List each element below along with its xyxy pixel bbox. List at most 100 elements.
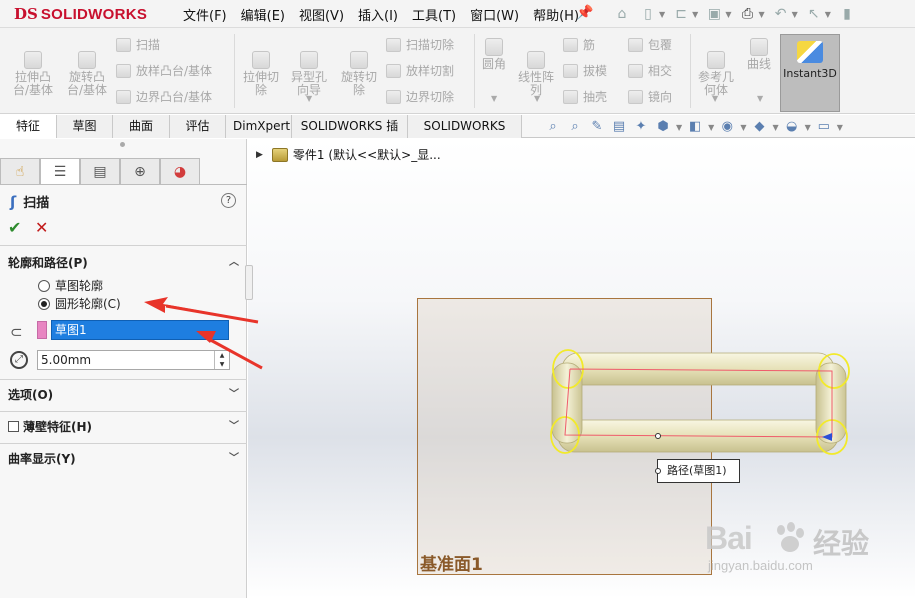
instant3d-button[interactable]: Instant3D — [780, 34, 840, 112]
help-icon[interactable]: ? — [221, 193, 236, 208]
revolve-boss-button[interactable]: 旋转凸 台/基体 — [62, 38, 112, 97]
print-dropdown-icon[interactable]: ▼ — [758, 10, 764, 19]
boundary-cut-button[interactable]: 边界切除 — [386, 88, 454, 106]
section-profile-and-path[interactable]: 轮廓和路径(P) ︿ — [0, 253, 247, 273]
section-view-icon[interactable]: ▤ — [610, 118, 628, 136]
appearance-dropdown-icon[interactable]: ▼ — [772, 123, 778, 132]
feature-tree-flyout[interactable]: ▶ 零件1 (默认<<默认>_显... — [256, 146, 441, 163]
intersect-button[interactable]: 相交 — [628, 62, 672, 80]
path-selection-box[interactable]: 草图1 — [51, 320, 229, 340]
new-document-icon[interactable]: ▯ — [638, 5, 658, 23]
curves-button[interactable]: 曲线 — [742, 38, 776, 71]
shell-button[interactable]: 抽壳 — [563, 88, 607, 106]
chevron-down-icon[interactable]: ﹀ — [229, 417, 239, 437]
dimxpertmanager-tab[interactable]: ⊕ — [120, 158, 160, 184]
sweep-preview-tube[interactable] — [540, 345, 860, 460]
pattern-dropdown-icon[interactable]: ▼ — [534, 94, 540, 103]
undo-dropdown-icon[interactable]: ▼ — [792, 10, 798, 19]
pin-menu-icon[interactable]: 📌 — [576, 5, 593, 21]
diameter-input[interactable]: 5.00mm ▲ ▼ — [37, 350, 230, 370]
menu-file[interactable]: 文件(F) — [176, 5, 234, 24]
panel-grip-dot[interactable] — [120, 142, 125, 147]
dynamic-annotation-icon[interactable]: ✦ — [632, 118, 650, 136]
menu-edit[interactable]: 编辑(E) — [234, 5, 292, 24]
open-folder-icon[interactable]: ⊏ — [671, 5, 691, 23]
tab-dimxpert[interactable]: DimXpert — [226, 115, 292, 138]
tab-mbd[interactable]: SOLIDWORKS MBD — [408, 115, 522, 155]
tab-sketch[interactable]: 草图 — [57, 115, 113, 138]
reference-geometry-dropdown-icon[interactable]: ▼ — [712, 94, 718, 103]
chevron-up-icon[interactable]: ︿ — [229, 253, 239, 273]
new-dropdown-icon[interactable]: ▼ — [659, 10, 665, 19]
sweep-button[interactable]: 扫描 — [116, 36, 160, 54]
tab-evaluate[interactable]: 评估 — [170, 115, 226, 138]
wrap-button[interactable]: 包覆 — [628, 36, 672, 54]
radio-button[interactable] — [38, 279, 50, 292]
view-orientation-dropdown-icon[interactable]: ▼ — [676, 123, 682, 132]
print-icon[interactable]: ⎙ — [737, 5, 757, 23]
fillet-button[interactable]: 圆角 — [478, 38, 510, 71]
radio-button-selected[interactable] — [38, 297, 50, 310]
hide-show-dropdown-icon[interactable]: ▼ — [740, 123, 746, 132]
hole-wizard-dropdown-icon[interactable]: ▼ — [306, 94, 312, 103]
section-thin-feature[interactable]: 薄壁特征(H) ﹀ — [0, 417, 247, 437]
save-icon[interactable]: ▣ — [704, 5, 724, 23]
draft-button[interactable]: 拔模 — [563, 62, 607, 80]
rib-button[interactable]: 筋 — [563, 36, 595, 54]
extrude-boss-button[interactable]: 拉伸凸 台/基体 — [8, 38, 58, 97]
zoom-to-area-icon[interactable]: ⌕ — [566, 118, 584, 136]
chevron-down-icon[interactable]: ﹀ — [229, 385, 239, 405]
tab-surfaces[interactable]: 曲面 — [113, 115, 170, 138]
mirror-button[interactable]: 镜向 — [628, 88, 672, 106]
propertymanager-tab[interactable]: ☰ — [40, 158, 80, 184]
display-style-dropdown-icon[interactable]: ▼ — [708, 123, 714, 132]
hide-show-items-icon[interactable]: ◉ — [718, 118, 736, 136]
radio-circular-profile[interactable]: 圆形轮廓(C) — [38, 295, 121, 312]
open-dropdown-icon[interactable]: ▼ — [692, 10, 698, 19]
displaymanager-tab[interactable]: ◕ — [160, 158, 200, 184]
menu-window[interactable]: 窗口(W) — [463, 5, 526, 24]
featuremanager-tab[interactable]: ☝ — [0, 158, 40, 184]
configurationmanager-tab[interactable]: ▤ — [80, 158, 120, 184]
view-orientation-icon[interactable]: ⬢ — [654, 118, 672, 136]
previous-view-icon[interactable]: ✎ — [588, 118, 606, 136]
home-icon[interactable]: ⌂ — [612, 5, 632, 23]
section-curvature-display[interactable]: 曲率显示(Y) ﹀ — [0, 449, 247, 469]
tab-features[interactable]: 特征 — [0, 115, 57, 138]
apply-scene-icon[interactable]: ◒ — [783, 118, 801, 136]
path-callout-label[interactable]: 路径(草图1) — [655, 459, 740, 483]
radio-sketch-profile[interactable]: 草图轮廓 — [38, 277, 103, 294]
select-arrow-icon[interactable]: ↖ — [804, 5, 824, 23]
thin-feature-checkbox[interactable] — [8, 421, 19, 432]
loft-cut-button[interactable]: 放样切割 — [386, 62, 454, 80]
view-settings-dropdown-icon[interactable]: ▼ — [837, 123, 843, 132]
menu-insert[interactable]: 插入(I) — [351, 5, 405, 24]
scene-dropdown-icon[interactable]: ▼ — [805, 123, 811, 132]
save-dropdown-icon[interactable]: ▼ — [725, 10, 731, 19]
hole-wizard-button[interactable]: 异型孔 向导 — [286, 38, 332, 97]
tab-addins[interactable]: SOLIDWORKS 插件 — [292, 115, 408, 155]
reference-geometry-button[interactable]: 参考几 何体 — [694, 38, 738, 97]
diameter-spinner[interactable]: ▲ ▼ — [214, 351, 229, 369]
view-settings-monitor-icon[interactable]: ▭ — [815, 118, 833, 136]
edit-appearance-icon[interactable]: ◆ — [750, 118, 768, 136]
linear-pattern-button[interactable]: 线性阵 列 — [514, 38, 558, 97]
panel-collapse-handle[interactable] — [245, 265, 253, 300]
ok-check-icon[interactable]: ✔ — [8, 218, 21, 237]
menu-tools[interactable]: 工具(T) — [405, 5, 463, 24]
zoom-to-fit-icon[interactable]: ⌕ — [544, 118, 562, 136]
sweep-cut-button[interactable]: 扫描切除 — [386, 36, 454, 54]
chevron-down-icon[interactable]: ﹀ — [229, 449, 239, 469]
fillet-dropdown-icon[interactable]: ▼ — [491, 94, 497, 103]
extrude-cut-button[interactable]: 拉伸切 除 — [238, 38, 284, 97]
boundary-boss-button[interactable]: 边界凸台/基体 — [116, 88, 212, 106]
display-style-icon[interactable]: ◧ — [686, 118, 704, 136]
section-options[interactable]: 选项(O) ﹀ — [0, 385, 247, 405]
select-dropdown-icon[interactable]: ▼ — [825, 10, 831, 19]
expand-arrow-icon[interactable]: ▶ — [256, 150, 263, 160]
cancel-x-icon[interactable]: ✕ — [35, 218, 48, 237]
revolve-cut-button[interactable]: 旋转切 除 — [336, 38, 382, 97]
undo-icon[interactable]: ↶ — [771, 5, 791, 23]
curves-dropdown-icon[interactable]: ▼ — [757, 94, 763, 103]
rebuild-icon[interactable]: ▮ — [837, 5, 857, 23]
